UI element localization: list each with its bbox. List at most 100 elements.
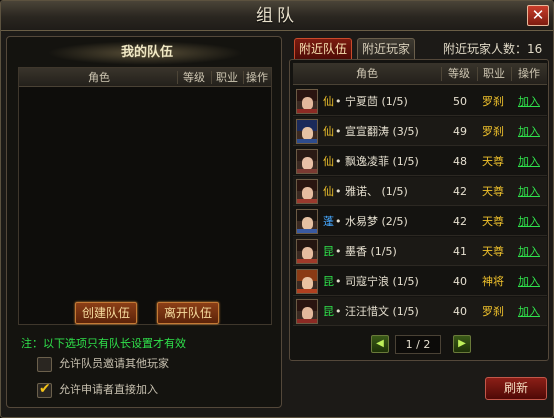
player-class: 天尊 (482, 185, 504, 198)
player-faction: 昆 (323, 245, 334, 258)
next-page-button[interactable]: ▶ (453, 335, 471, 353)
checkmark-icon: ✔ (39, 381, 51, 397)
join-link[interactable]: 加入 (513, 117, 545, 146)
tab-nearby-teams[interactable]: 附近队伍 (294, 38, 352, 60)
page-indicator: 1 / 2 (395, 335, 441, 354)
join-link[interactable]: 加入 (513, 207, 545, 236)
join-link[interactable]: 加入 (513, 177, 545, 206)
player-name: • 水易梦 (2/5) (335, 215, 408, 228)
join-link[interactable]: 加入 (513, 237, 545, 266)
title-bar[interactable]: 组队 ✕ (1, 1, 553, 31)
direct-join-checkbox[interactable]: ✔ (37, 381, 52, 398)
tab-nearby-players[interactable]: 附近玩家 (357, 38, 415, 60)
player-faction: 仙 (323, 155, 334, 168)
join-link[interactable]: 加入 (513, 87, 545, 116)
player-avatar (296, 239, 318, 264)
player-class: 罗刹 (482, 305, 504, 318)
column-role: 角色 (356, 67, 378, 80)
player-class: 罗刹 (482, 95, 504, 108)
column-level: 等级 (183, 71, 205, 84)
nearby-player-count: 附近玩家人数：16 (443, 42, 543, 56)
player-avatar (296, 119, 318, 144)
player-row[interactable]: 蓬 • 水易梦 (2/5) 42 天尊 加入 (293, 207, 547, 236)
allow-invite-checkbox[interactable] (37, 357, 52, 372)
member-table-header: 角色 等级 职业 操作 (19, 68, 271, 87)
allow-invite-label: 允许队员邀请其他玩家 (59, 357, 169, 370)
player-level: 40 (453, 305, 467, 318)
my-team-panel: 我的队伍 角色 等级 职业 操作 创建队伍 离开队伍 注：以下选项只有队长设置才… (6, 36, 282, 408)
prev-arrow-icon: ◀ (376, 338, 384, 349)
player-name: • 汪汪惜文 (1/5) (335, 305, 419, 318)
avatar-clothing (297, 169, 317, 173)
close-button[interactable]: ✕ (527, 5, 549, 26)
player-name: • 宁夏茴 (1/5) (335, 95, 408, 108)
column-role: 角色 (88, 71, 110, 84)
player-level: 48 (453, 155, 467, 168)
column-class: 职业 (483, 67, 505, 80)
player-row[interactable]: 昆 • 司寇宁浪 (1/5) 40 神将 加入 (293, 267, 547, 296)
join-link[interactable]: 加入 (513, 267, 545, 296)
player-faction: 仙 (323, 185, 334, 198)
create-team-button[interactable]: 创建队伍 (75, 302, 137, 324)
column-level: 等级 (448, 67, 470, 80)
refresh-button[interactable]: 刷新 (485, 377, 547, 400)
player-level: 49 (453, 125, 467, 138)
player-faction: 昆 (323, 275, 334, 288)
team-member-table: 角色 等级 职业 操作 (18, 67, 272, 325)
close-icon: ✕ (531, 6, 545, 24)
direct-join-label: 允许申请者直接加入 (59, 383, 158, 396)
avatar-clothing (297, 229, 317, 233)
column-action: 操作 (518, 67, 540, 80)
player-row[interactable]: 仙 • 雅诺、 (1/5) 42 天尊 加入 (293, 177, 547, 206)
leave-team-button[interactable]: 离开队伍 (157, 302, 219, 324)
prev-page-button[interactable]: ◀ (371, 335, 389, 353)
player-class: 天尊 (482, 215, 504, 228)
player-avatar (296, 149, 318, 174)
player-row[interactable]: 昆 • 墨香 (1/5) 41 天尊 加入 (293, 237, 547, 266)
player-class: 天尊 (482, 155, 504, 168)
player-name: • 宣宣翻涛 (3/5) (335, 125, 419, 138)
player-faction: 仙 (323, 95, 334, 108)
nearby-player-table: 角色 等级 职业 操作 仙 • 宁夏茴 (1/5) 50 罗刹 加入仙 • 宣宣翻涛 (3… (293, 63, 547, 328)
player-row[interactable]: 仙 • 宣宣翻涛 (3/5) 49 罗刹 加入 (293, 117, 547, 146)
nearby-panel: 角色 等级 职业 操作 仙 • 宁夏茴 (1/5) 50 罗刹 加入仙 • 宣宣翻涛 (3… (289, 59, 549, 361)
player-level: 42 (453, 185, 467, 198)
window-title: 组队 (256, 6, 298, 26)
join-link[interactable]: 加入 (513, 147, 545, 176)
player-name: • 飘逸凌菲 (1/5) (335, 155, 419, 168)
player-name: • 雅诺、 (1/5) (335, 185, 408, 198)
player-name: • 墨香 (1/5) (335, 245, 397, 258)
player-level: 40 (453, 275, 467, 288)
player-level: 50 (453, 95, 467, 108)
avatar-clothing (297, 289, 317, 293)
player-class: 神将 (482, 275, 504, 288)
leader-only-notice: 注：以下选项只有队长设置才有效 (21, 337, 186, 350)
avatar-clothing (297, 109, 317, 113)
player-level: 42 (453, 215, 467, 228)
player-avatar (296, 89, 318, 114)
player-avatar (296, 179, 318, 204)
column-action: 操作 (246, 71, 268, 84)
player-avatar (296, 299, 318, 324)
player-row[interactable]: 仙 • 宁夏茴 (1/5) 50 罗刹 加入 (293, 87, 547, 116)
player-faction: 昆 (323, 305, 334, 318)
avatar-clothing (297, 139, 317, 143)
player-row[interactable]: 仙 • 飘逸凌菲 (1/5) 48 天尊 加入 (293, 147, 547, 176)
next-arrow-icon: ▶ (458, 338, 466, 349)
player-class: 罗刹 (482, 125, 504, 138)
join-link[interactable]: 加入 (513, 297, 545, 326)
player-faction: 仙 (323, 125, 334, 138)
avatar-clothing (297, 319, 317, 323)
team-window: 组队 ✕ 我的队伍 角色 等级 职业 操作 创建队伍 离开队伍 注：以下选项只有… (0, 0, 554, 418)
player-row[interactable]: 昆 • 汪汪惜文 (1/5) 40 罗刹 加入 (293, 297, 547, 326)
column-class: 职业 (216, 71, 238, 84)
player-avatar (296, 269, 318, 294)
avatar-clothing (297, 259, 317, 263)
player-faction: 蓬 (323, 215, 334, 228)
nearby-table-header: 角色 等级 职业 操作 (293, 63, 547, 85)
player-class: 天尊 (482, 245, 504, 258)
player-name: • 司寇宁浪 (1/5) (335, 275, 419, 288)
player-avatar (296, 209, 318, 234)
avatar-clothing (297, 199, 317, 203)
my-team-heading: 我的队伍 (120, 45, 173, 60)
